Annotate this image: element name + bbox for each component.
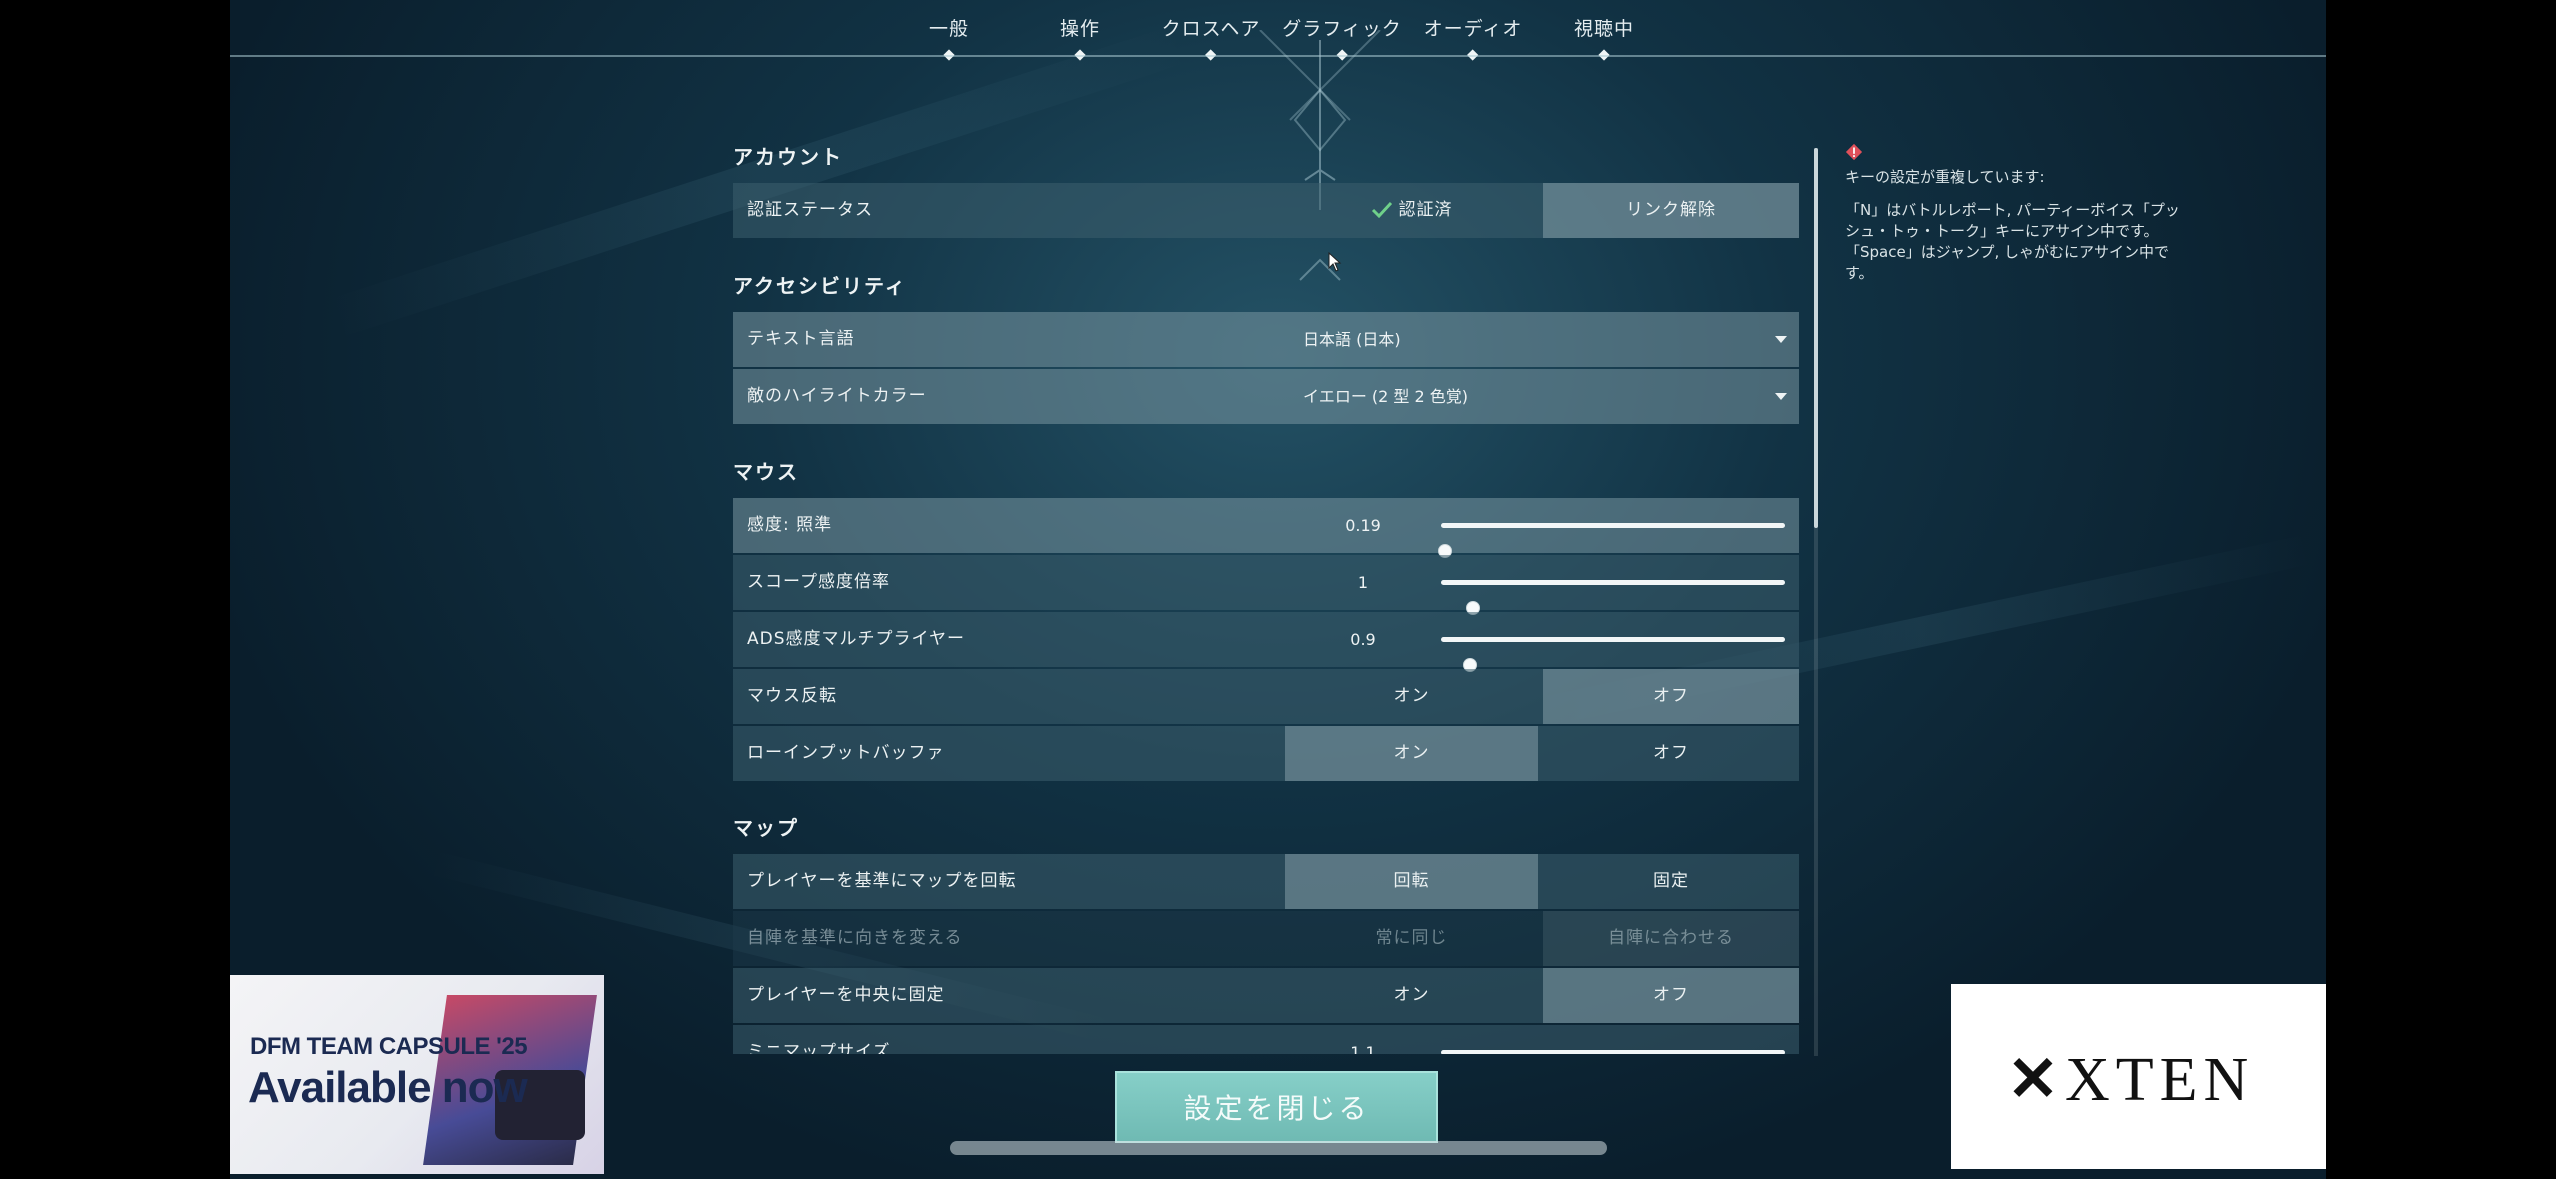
map-orient-label: 自陣を基準に向きを変える: [747, 928, 963, 948]
sensitivity-label: 感度: 照準: [747, 515, 833, 535]
scope-sensitivity-value[interactable]: 1: [1323, 555, 1403, 610]
auth-status-value: 認証済: [1285, 183, 1538, 238]
map-orient-match: 自陣に合わせる: [1543, 911, 1799, 966]
tab-viewing[interactable]: 視聴中: [1574, 14, 1634, 61]
row-map-center: プレイヤーを中央に固定 オン オフ: [733, 968, 1799, 1023]
raw-input-on[interactable]: オン: [1285, 726, 1538, 781]
map-rotate-label: プレイヤーを基準にマップを回転: [747, 871, 1017, 891]
tab-audio[interactable]: オーディオ: [1424, 14, 1523, 61]
map-center-off[interactable]: オフ: [1543, 968, 1799, 1023]
sponsor-logo-mark: ✕: [2007, 1046, 2065, 1114]
map-orient-always: 常に同じ: [1375, 928, 1448, 948]
section-title-map: マップ: [733, 816, 799, 840]
settings-scrollbar[interactable]: [1814, 148, 1818, 1056]
row-minimap-size: ミニマップサイズ 1.1: [733, 1025, 1799, 1054]
mouse-invert-label: マウス反転: [747, 686, 837, 706]
map-rotate-option[interactable]: 回転: [1285, 854, 1538, 909]
chevron-down-icon[interactable]: [1775, 393, 1787, 400]
warning-icon: [1845, 143, 1863, 161]
horizontal-scrollbar[interactable]: [950, 1141, 1607, 1155]
tab-bar-divider: [230, 55, 2326, 57]
section-title-accessibility: アクセシビリティ: [733, 274, 907, 298]
ads-multiplier-slider[interactable]: [1441, 637, 1785, 672]
tab-crosshair[interactable]: クロスヘア: [1162, 14, 1261, 61]
keybind-conflict-notice: キーの設定が重複しています: 「N」はバトルレポート, パーティーボイス「プッシ…: [1845, 143, 2185, 296]
unlink-button[interactable]: リンク解除: [1543, 183, 1799, 238]
row-map-rotate: プレイヤーを基準にマップを回転 回転 固定: [733, 854, 1799, 909]
minimap-size-label: ミニマップサイズ: [747, 1042, 891, 1054]
text-language-label: テキスト言語: [747, 329, 855, 349]
tab-general[interactable]: 一般: [929, 14, 969, 61]
cursor-icon: [1328, 252, 1342, 272]
text-language-dropdown[interactable]: 日本語 (日本): [1303, 312, 1401, 367]
chevron-down-icon[interactable]: [1775, 336, 1787, 343]
row-sensitivity: 感度: 照準 0.19: [733, 498, 1799, 558]
row-ads-multiplier: ADS感度マルチプライヤー 0.9: [733, 612, 1799, 672]
notice-body: 「N」はバトルレポート, パーティーボイス「プッシュ・トゥ・トーク」キーにアサイ…: [1845, 201, 2180, 282]
map-center-label: プレイヤーを中央に固定: [747, 985, 945, 1005]
ads-multiplier-value[interactable]: 0.9: [1323, 612, 1403, 667]
minimap-size-slider[interactable]: [1441, 1050, 1785, 1054]
section-title-mouse: マウス: [733, 460, 799, 484]
raw-input-buffer-label: ローインプットバッファ: [747, 743, 945, 763]
scope-sensitivity-slider[interactable]: [1441, 580, 1785, 615]
row-auth-status: 認証ステータス 認証済 リンク解除: [733, 183, 1799, 238]
scope-sensitivity-label: スコープ感度倍率: [747, 572, 890, 592]
settings-panel: アカウント 認証ステータス 認証済 リンク解除 アクセシビリティ テキスト言語 …: [733, 136, 1799, 1054]
close-settings-button[interactable]: 設定を閉じる: [1115, 1071, 1438, 1143]
row-enemy-highlight[interactable]: 敵のハイライトカラー イエロー (2 型 2 色覚): [733, 369, 1799, 424]
map-center-on[interactable]: オン: [1285, 968, 1538, 1023]
promo-ad-left: DFM TEAM CAPSULE '25 Available now: [230, 975, 604, 1174]
row-scope-sensitivity: スコープ感度倍率 1: [733, 555, 1799, 615]
mouse-invert-off[interactable]: オフ: [1543, 669, 1799, 724]
section-title-account: アカウント: [733, 145, 843, 169]
row-map-orient: 自陣を基準に向きを変える 常に同じ 自陣に合わせる: [733, 911, 1799, 966]
auth-status-label: 認証ステータス: [747, 200, 873, 220]
settings-tab-bar: 一般 操作 クロスヘア グラフィック オーディオ 視聴中: [230, 0, 2326, 61]
sponsor-logo: ✕XTEN: [2007, 1046, 2255, 1114]
notice-heading: キーの設定が重複しています:: [1845, 168, 2045, 186]
raw-input-off[interactable]: オフ: [1543, 726, 1799, 781]
sensitivity-slider[interactable]: [1438, 523, 1785, 558]
enemy-highlight-dropdown[interactable]: イエロー (2 型 2 色覚): [1303, 369, 1468, 424]
sensitivity-value[interactable]: 0.19: [1323, 498, 1403, 553]
sponsor-logo-panel: ✕XTEN: [1951, 984, 2326, 1169]
tab-graphics[interactable]: グラフィック: [1282, 14, 1402, 61]
ads-multiplier-label: ADS感度マルチプライヤー: [747, 629, 966, 649]
row-raw-input-buffer: ローインプットバッファ オン オフ: [733, 726, 1799, 781]
map-fixed-option[interactable]: 固定: [1543, 854, 1799, 909]
enemy-highlight-label: 敵のハイライトカラー: [747, 386, 927, 406]
row-text-language[interactable]: テキスト言語 日本語 (日本): [733, 312, 1799, 367]
tab-controls[interactable]: 操作: [1060, 14, 1100, 61]
row-mouse-invert: マウス反転 オン オフ: [733, 669, 1799, 724]
promo-title: DFM TEAM CAPSULE '25: [250, 1033, 528, 1060]
promo-tagline: Available now: [248, 1063, 528, 1112]
scrollbar-thumb[interactable]: [1814, 148, 1818, 528]
minimap-size-value[interactable]: 1.1: [1323, 1025, 1403, 1054]
check-icon: [1371, 201, 1392, 219]
mouse-invert-on[interactable]: オン: [1285, 669, 1538, 724]
